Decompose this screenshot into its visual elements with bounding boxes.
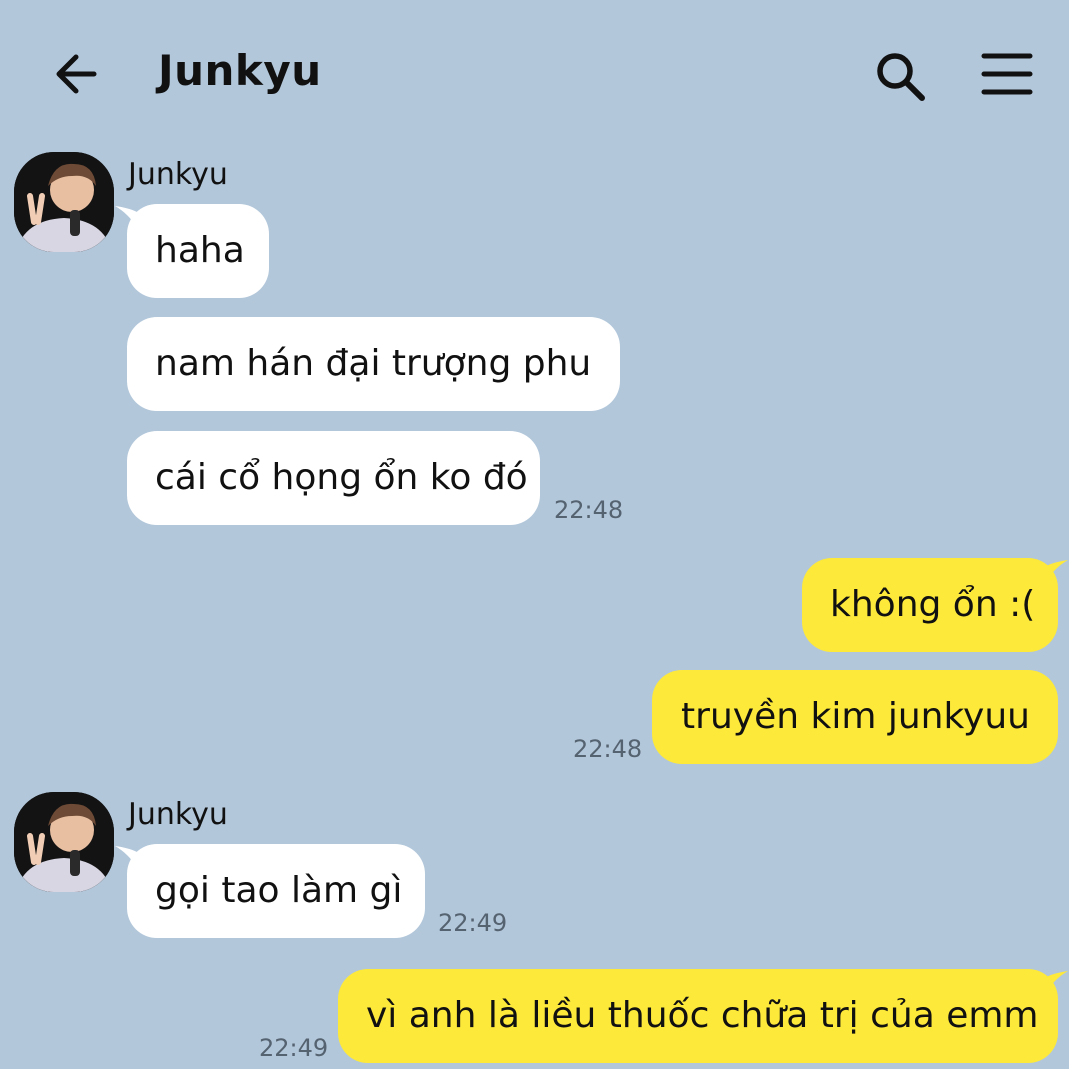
- avatar-photo: [14, 152, 114, 252]
- message-timestamp: 22:49: [438, 909, 508, 937]
- sender-name: Junkyu: [128, 797, 228, 832]
- bubble-tail: [1046, 560, 1068, 582]
- bubble-tail: [115, 846, 137, 868]
- avatar[interactable]: [14, 152, 114, 252]
- message-bubble[interactable]: truyền kim junkyuu: [652, 670, 1058, 764]
- message-bubble[interactable]: haha: [127, 204, 269, 298]
- chat-title: Junkyu: [158, 46, 322, 95]
- sender-name: Junkyu: [128, 157, 228, 192]
- avatar[interactable]: [14, 792, 114, 892]
- avatar-photo: [14, 792, 114, 892]
- message-bubble[interactable]: không ổn :(: [802, 558, 1058, 652]
- message-bubble[interactable]: vì anh là liều thuốc chữa trị của emm: [338, 969, 1058, 1063]
- arrow-left-icon[interactable]: [50, 48, 102, 100]
- hamburger-menu-icon[interactable]: [980, 50, 1034, 98]
- search-icon[interactable]: [872, 48, 928, 104]
- message-timestamp: 22:49: [259, 1034, 329, 1062]
- bubble-tail: [115, 206, 137, 228]
- message-bubble[interactable]: gọi tao làm gì: [127, 844, 425, 938]
- message-bubble[interactable]: nam hán đại trượng phu: [127, 317, 620, 411]
- bubble-tail: [1046, 971, 1068, 993]
- chat-header: Junkyu: [0, 0, 1069, 148]
- message-timestamp: 22:48: [573, 735, 643, 763]
- message-bubble[interactable]: cái cổ họng ổn ko đó: [127, 431, 540, 525]
- message-timestamp: 22:48: [554, 496, 624, 524]
